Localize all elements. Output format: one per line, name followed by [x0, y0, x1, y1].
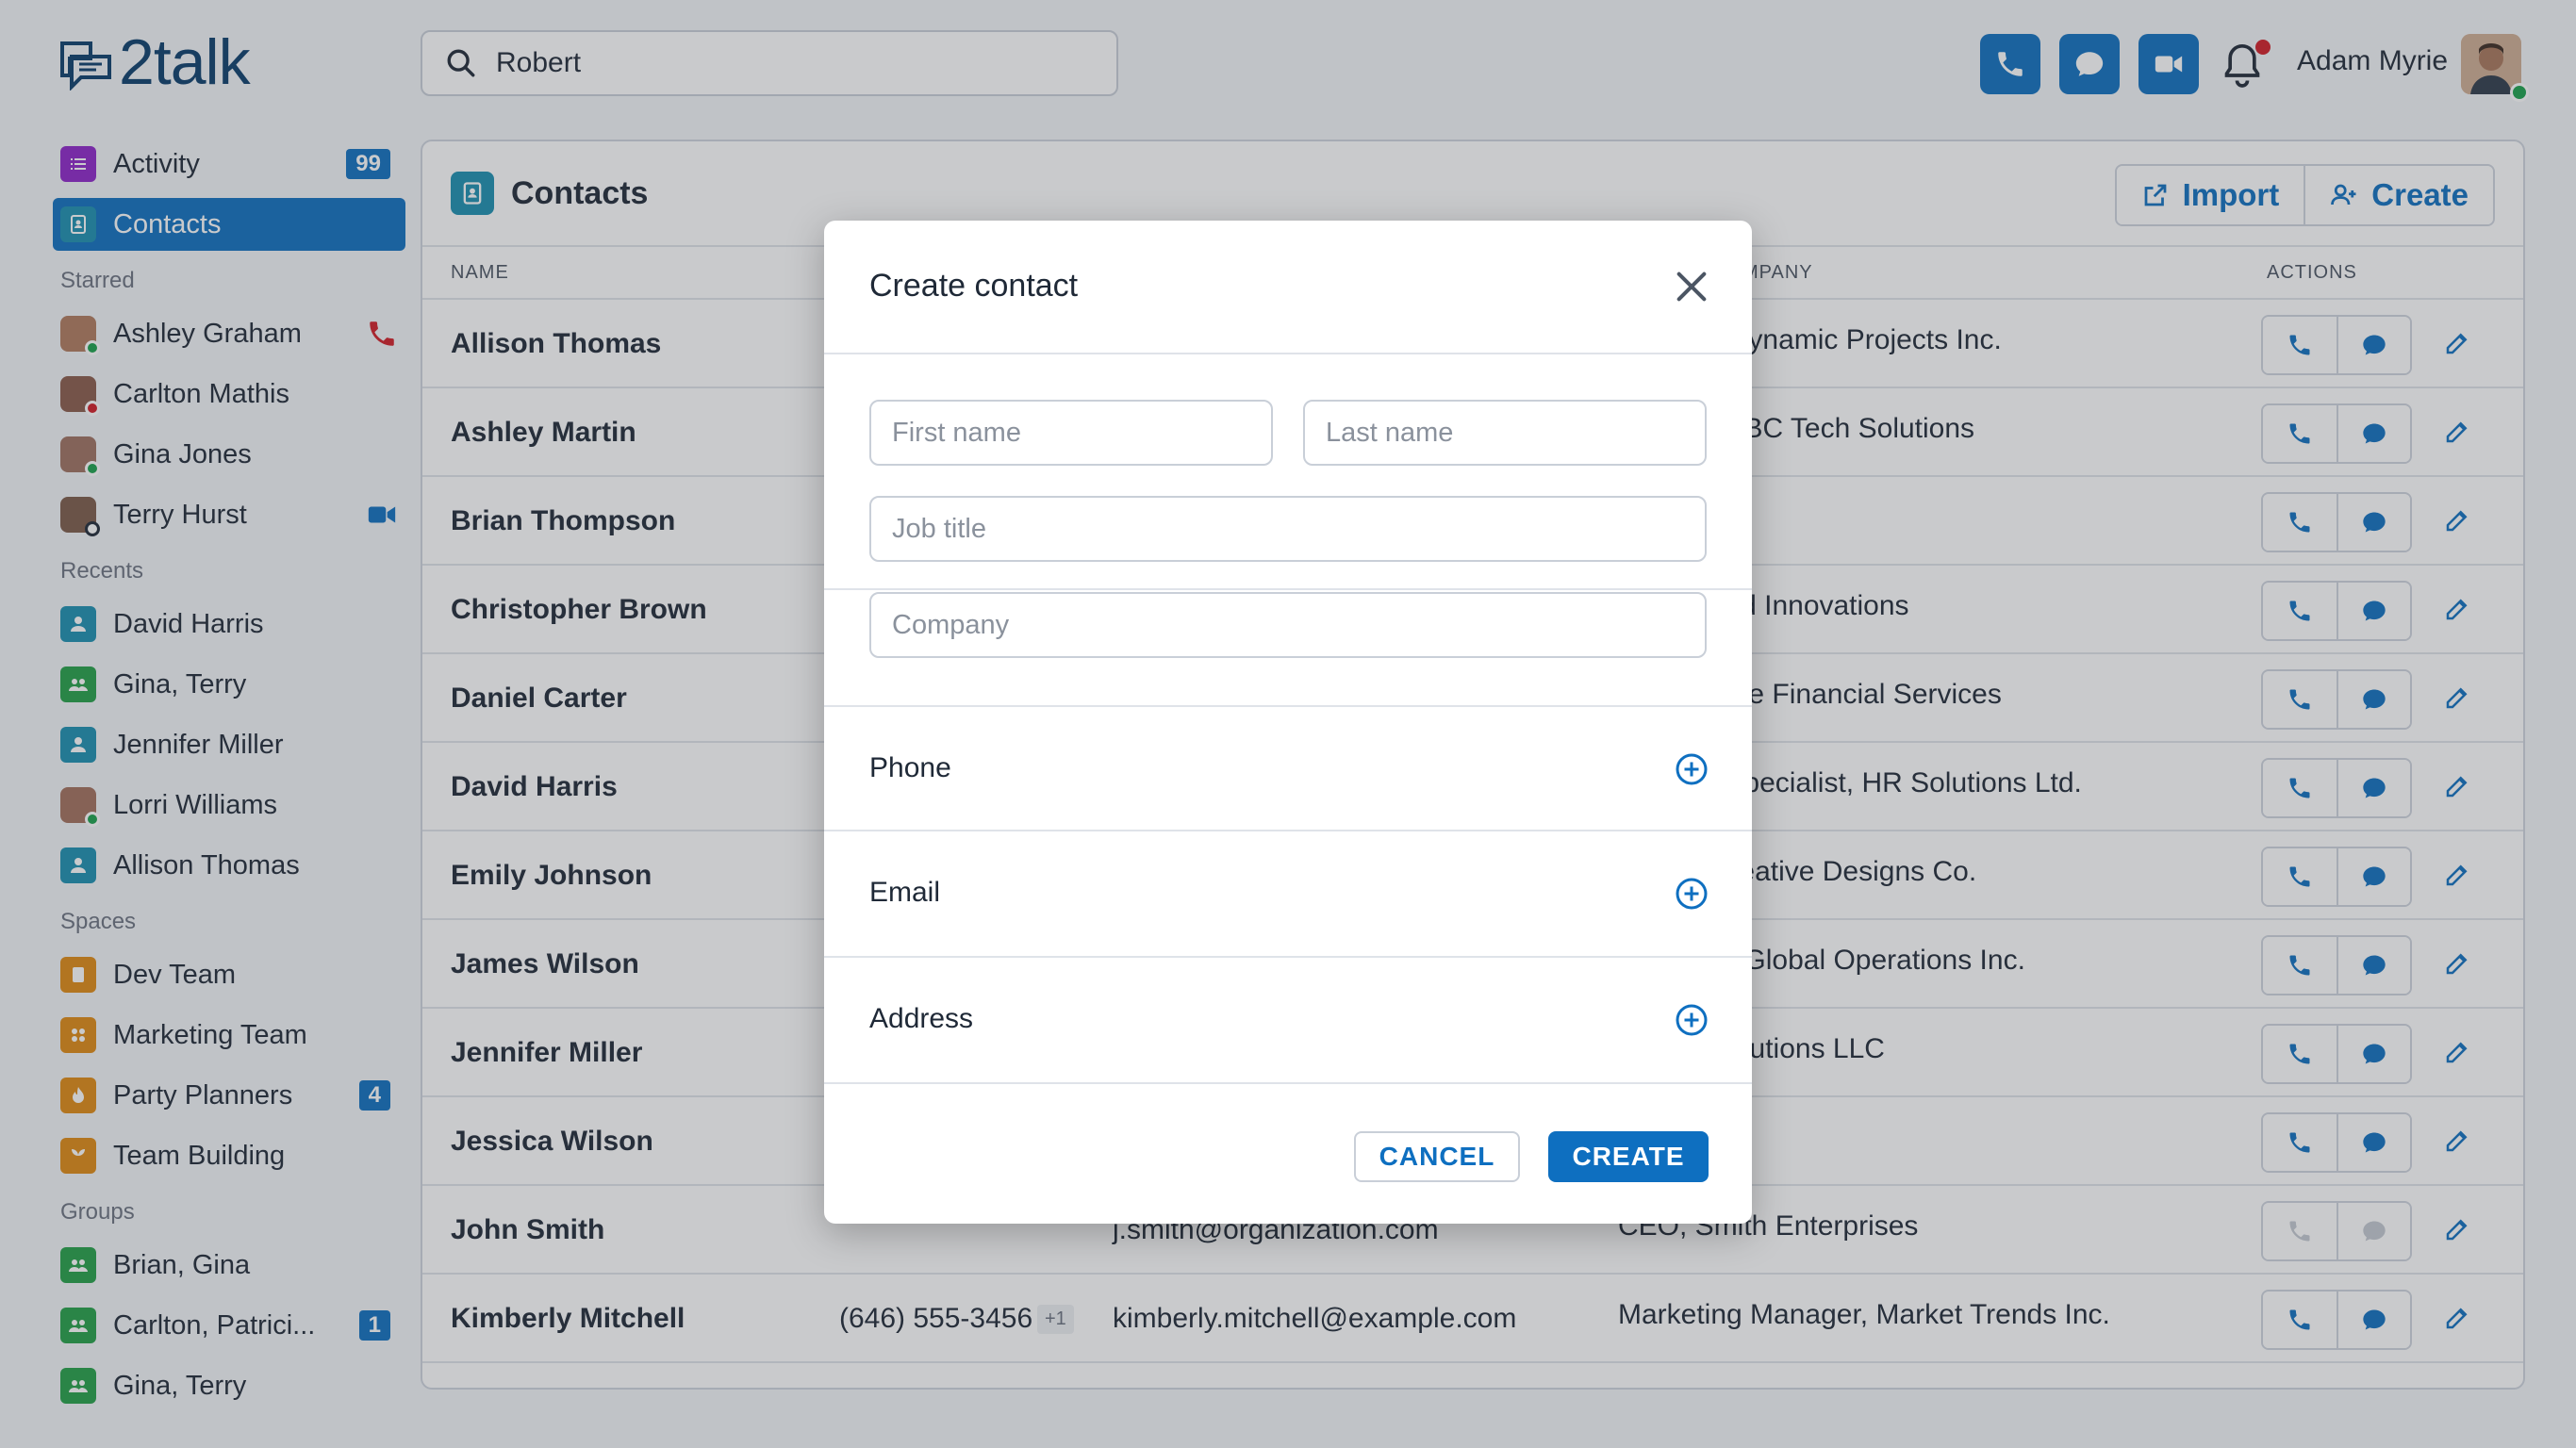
address-section-label: Address: [869, 1003, 974, 1034]
job-title-field[interactable]: [869, 496, 1707, 562]
phone-section-label: Phone: [869, 752, 951, 783]
create-button[interactable]: CREATE: [1548, 1131, 1709, 1182]
first-name-field[interactable]: [869, 400, 1273, 466]
app-root: 2talk Robert Adam Myrie Activity 99 Cont…: [0, 0, 2576, 1448]
add-circle-icon[interactable]: [1675, 877, 1709, 911]
dialog-footer: CANCEL CREATE: [824, 1084, 1752, 1224]
add-circle-icon[interactable]: [1675, 752, 1709, 786]
email-section-label: Email: [869, 877, 941, 908]
close-icon[interactable]: [1673, 268, 1710, 305]
dialog-fields: [824, 354, 1752, 590]
create-contact-dialog: Create contact Phone Email Address CANCE…: [824, 221, 1752, 1224]
add-circle-icon[interactable]: [1675, 1003, 1709, 1037]
cancel-button[interactable]: CANCEL: [1354, 1131, 1520, 1182]
dialog-title: Create contact: [869, 268, 1079, 304]
phone-section[interactable]: Phone: [824, 705, 1752, 831]
last-name-field[interactable]: [1303, 400, 1707, 466]
address-section[interactable]: Address: [824, 958, 1752, 1084]
dialog-header: Create contact: [824, 221, 1752, 354]
company-field[interactable]: [869, 592, 1707, 658]
email-section[interactable]: Email: [824, 831, 1752, 958]
